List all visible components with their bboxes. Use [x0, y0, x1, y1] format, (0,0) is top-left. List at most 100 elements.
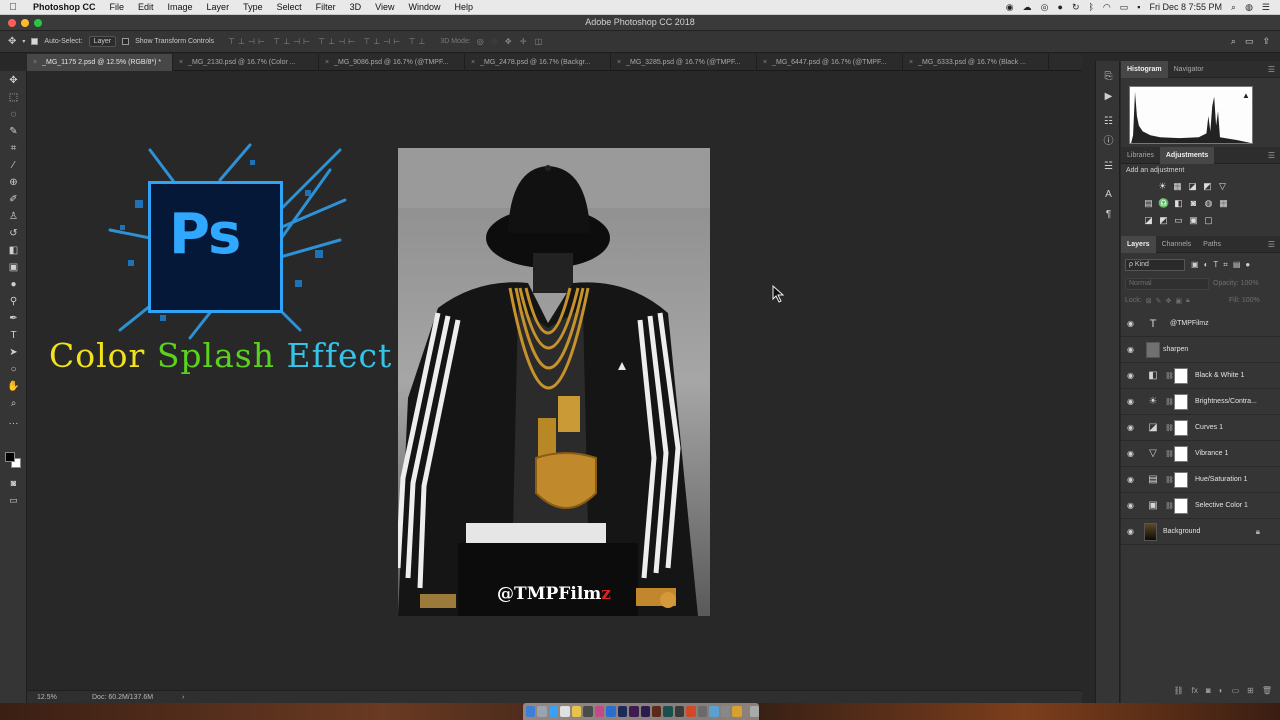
crop-tool-icon[interactable]: ⌗ — [6, 142, 21, 156]
record-icon[interactable]: ◉ — [1006, 2, 1014, 13]
document-image[interactable]: @TMPFilmz — [398, 148, 710, 616]
app-icon[interactable]: ● — [1058, 2, 1063, 12]
chain-link-icon[interactable]: ⛓ — [1165, 372, 1174, 380]
filter-pixel-icon[interactable]: ▣ — [1191, 260, 1199, 270]
foreground-color-swatch[interactable] — [5, 452, 15, 462]
illustrator-icon[interactable] — [651, 706, 662, 717]
media-encoder-icon[interactable] — [674, 706, 685, 717]
panel-menu-icon[interactable]: ☰ — [1268, 151, 1280, 160]
flag-icon[interactable]: ▪ — [1137, 2, 1140, 12]
vibrance-icon[interactable]: ▽ — [1217, 181, 1228, 192]
battery-icon[interactable]: ▭ — [1120, 2, 1129, 13]
search-icon[interactable]: ⌕ — [1231, 2, 1236, 13]
menu-type[interactable]: Type — [236, 2, 270, 12]
tab-histogram[interactable]: Histogram — [1121, 60, 1168, 78]
quick-select-tool-icon[interactable]: ✎ — [6, 125, 21, 139]
chain-link-icon[interactable]: ⛓ — [1165, 502, 1174, 510]
gradient-map-icon[interactable]: ▣ — [1188, 215, 1199, 226]
tab-document-6[interactable]: × _MG_6447.psd @ 16.7% (@TMPF... — [757, 54, 903, 71]
layer-row-brightness[interactable]: ◉ ☀ ⛓ Brightness/Contra... — [1121, 389, 1280, 415]
tab-layers[interactable]: Layers — [1121, 235, 1156, 253]
new-adjustment-icon[interactable]: ◐ — [1219, 686, 1224, 700]
menu-image[interactable]: Image — [161, 2, 200, 12]
path-select-tool-icon[interactable]: ➤ — [6, 346, 21, 360]
tab-channels[interactable]: Channels — [1156, 236, 1198, 253]
close-icon[interactable]: × — [471, 59, 475, 66]
layer-row-black-white[interactable]: ◉ ◧ ⛓ Black & White 1 — [1121, 363, 1280, 389]
layer-mask-thumbnail[interactable] — [1174, 394, 1188, 410]
close-icon[interactable]: × — [617, 59, 621, 66]
posterize-icon[interactable]: ◩ — [1158, 215, 1169, 226]
clock[interactable]: Fri Dec 8 7:55 PM — [1149, 2, 1222, 12]
tab-paths[interactable]: Paths — [1197, 236, 1227, 253]
tab-document-3[interactable]: × _MG_9086.psd @ 16.7% (@TMPF... — [319, 54, 465, 71]
show-transform-checkbox[interactable] — [122, 38, 130, 45]
finder-icon[interactable] — [526, 706, 536, 717]
info-icon[interactable]: ⓘ — [1102, 136, 1115, 148]
layer-row-curves[interactable]: ◉ ◪ ⛓ Curves 1 — [1121, 415, 1280, 441]
menu-help[interactable]: Help — [447, 2, 480, 12]
layer-mask-thumbnail[interactable] — [1174, 420, 1188, 436]
blur-tool-icon[interactable]: ● — [6, 278, 21, 292]
menu-edit[interactable]: Edit — [131, 2, 161, 12]
tab-navigator[interactable]: Navigator — [1168, 61, 1210, 78]
color-lookup-icon[interactable]: ▦ — [1218, 198, 1229, 209]
menu-view[interactable]: View — [368, 2, 401, 12]
chain-link-icon[interactable]: ⛓ — [1165, 398, 1174, 406]
tab-document-7[interactable]: × _MG_6333.psd @ 16.7% (Black ... — [903, 54, 1049, 71]
character-icon[interactable]: A — [1102, 189, 1115, 201]
layer-mask-thumbnail[interactable] — [1174, 472, 1188, 488]
close-icon[interactable]: × — [763, 59, 767, 66]
menu-filter[interactable]: Filter — [309, 2, 343, 12]
close-icon[interactable]: × — [33, 59, 37, 66]
visibility-eye-icon[interactable]: ◉ — [1127, 371, 1134, 380]
visibility-eye-icon[interactable]: ◉ — [1127, 449, 1134, 458]
visibility-eye-icon[interactable]: ◉ — [1127, 397, 1134, 406]
lock-paint-icon[interactable]: ✎ — [1156, 297, 1162, 305]
wifi-icon[interactable]: ◠ — [1103, 2, 1111, 13]
fill-field[interactable]: Fill: 100% — [1229, 297, 1260, 304]
list-icon[interactable]: ☰ — [1262, 2, 1270, 13]
zoom-level[interactable]: 12.5% — [37, 694, 57, 701]
more-tools-icon[interactable]: ··· — [6, 417, 21, 431]
lasso-tool-icon[interactable]: ◌ — [6, 108, 21, 122]
visibility-eye-icon[interactable]: ◉ — [1127, 345, 1134, 354]
close-icon[interactable]: × — [909, 59, 913, 66]
music-icon[interactable] — [594, 706, 605, 717]
menu-app[interactable]: Photoshop CC — [26, 2, 103, 12]
visibility-eye-icon[interactable]: ◉ — [1127, 423, 1134, 432]
history-brush-tool-icon[interactable]: ↺ — [6, 227, 21, 241]
panel-menu-icon[interactable]: ☰ — [1268, 65, 1280, 74]
workspace-icon[interactable]: ▭ — [1245, 36, 1254, 47]
align-icons[interactable]: ⊤⊥⊣⊢ ⊤⊥⊣⊢ ⊤⊥⊣⊢ ⊤⊥⊣⊢ ⊤⊥ — [228, 37, 428, 46]
opacity-field[interactable]: Opacity: 100% — [1213, 280, 1259, 287]
app-icon[interactable] — [720, 706, 731, 717]
filter-shape-icon[interactable]: ⌗ — [1223, 260, 1228, 270]
layer-mask-thumbnail[interactable] — [1174, 498, 1188, 514]
healing-tool-icon[interactable]: ⊕ — [6, 176, 21, 190]
app-icon[interactable] — [709, 706, 719, 717]
dodge-tool-icon[interactable]: ⚲ — [6, 295, 21, 309]
lock-all-icon[interactable]: 🔒︎ — [1186, 297, 1190, 305]
safari-icon[interactable] — [548, 706, 559, 717]
visibility-eye-icon[interactable]: ◉ — [1127, 475, 1134, 484]
close-icon[interactable]: × — [179, 59, 183, 66]
after-effects-icon[interactable] — [640, 706, 650, 717]
add-mask-icon[interactable]: ◙ — [1206, 686, 1211, 700]
search-icon[interactable]: ⌕ — [1231, 36, 1236, 47]
screen-mode-icon[interactable]: ▭ — [6, 493, 21, 507]
pen-tool-icon[interactable]: ✒ — [6, 312, 21, 326]
chain-link-icon[interactable]: ⛓ — [1165, 424, 1174, 432]
brush-tool-icon[interactable]: ✐ — [6, 193, 21, 207]
brightness-icon[interactable]: ☀ — [1157, 181, 1168, 192]
status-menu-arrow[interactable]: › — [182, 694, 184, 701]
apple-icon[interactable]:  — [0, 2, 26, 13]
close-icon[interactable]: × — [325, 59, 329, 66]
auto-select-checkbox[interactable] — [31, 38, 39, 45]
lock-icon[interactable]: 🔒︎ — [1256, 527, 1260, 537]
3d-mode-icons[interactable]: ◎ ◌ ✥ ✛ ◫ — [477, 37, 546, 46]
menu-3d[interactable]: 3D — [343, 2, 369, 12]
invert-icon[interactable]: ◪ — [1143, 215, 1154, 226]
filter-smart-icon[interactable]: ▤ — [1233, 260, 1241, 270]
menu-layer[interactable]: Layer — [200, 2, 237, 12]
